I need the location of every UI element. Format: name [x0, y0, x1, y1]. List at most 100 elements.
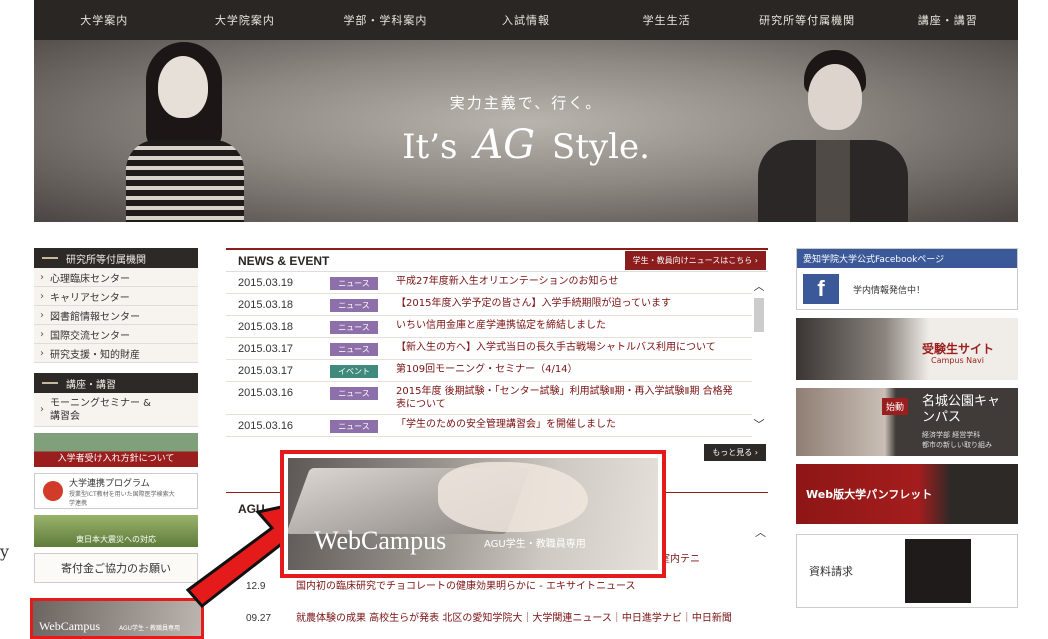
request-banner[interactable]: 資料請求 [796, 534, 1018, 608]
pamphlet-banner[interactable]: Web版大学パンフレット [796, 464, 1018, 524]
hero-man-photo [750, 40, 910, 222]
nav-item-faculties[interactable]: 学部・学科案内 [315, 0, 456, 40]
pamphlet-label: Web版大学パンフレット [806, 488, 933, 501]
callout-title: WebCampus [314, 526, 447, 555]
nav-item-student-life[interactable]: 学生生活 [596, 0, 737, 40]
program-subtitle: 授業型ICT教材を用いた国際医学検索大学連携 [69, 490, 175, 507]
webcampus-title: WebCampus [39, 619, 101, 633]
sidebar-item-morning-seminar[interactable]: › モーニングセミナー & 講習会 [34, 393, 198, 427]
news-row[interactable]: 2015.03.16 ニュース 2015年度 後期試験・「センター試験」利用試験Ⅱ期… [226, 382, 752, 415]
nav-item-institutes[interactable]: 研究所等付属機関 [737, 0, 878, 40]
sidebar-item-career-center[interactable]: › キャリアセンター [34, 287, 198, 306]
webcampus-banner-image: WebCampus AGU学生・教職員専用 [288, 458, 658, 570]
nav-item-university[interactable]: 大学案内 [34, 0, 175, 40]
nav-item-graduate-school[interactable]: 大学院案内 [175, 0, 316, 40]
news-text[interactable]: 第109回モーニング・セミナー（4/14） [396, 363, 752, 376]
chevron-right-icon: › [40, 309, 44, 321]
exam-site-subtitle: Campus Navi [931, 356, 984, 365]
news-row[interactable]: 2015.03.19 ニュース 平成27年度新入生オリエンテーションのお知らせ [226, 272, 752, 294]
meijo-campus-banner[interactable]: 始動 名城公園キャンパス 経済学部 経営学科 都市の新しい取り組み [796, 388, 1018, 456]
scroll-down-icon[interactable]: ﹀ [752, 416, 766, 432]
staff-news-label: 学生・教員向けニュースはこちら [632, 256, 753, 265]
sidebar-item-psych-center[interactable]: › 心理臨床センター [34, 268, 198, 287]
nav-item-admissions[interactable]: 入試情報 [456, 0, 597, 40]
program-title: 大学連携プログラム [69, 478, 150, 489]
scroll-up-icon[interactable]: ︿ [752, 278, 766, 294]
news-text[interactable]: いちい信用金庫と産学連携協定を締結しました [396, 319, 752, 332]
news-scrollbar[interactable]: ︿ ﹀ [752, 278, 766, 431]
sidebar-item-label: 心理臨床センター [50, 273, 130, 285]
facebook-banner[interactable]: 愛知学院大学公式Facebookページ f 学内情報発信中！ [796, 248, 1018, 310]
sidebar-item-library-center[interactable]: › 図書館情報センター [34, 306, 198, 325]
webcampus-sidebar-link[interactable]: WebCampus AGU学生・教職員専用 [30, 598, 204, 639]
more-news-button[interactable]: もっと見る › [704, 444, 766, 461]
news-row[interactable]: 2015.03.18 ニュース いちい信用金庫と産学連携協定を締結しました [226, 316, 752, 338]
news-date: 2015.03.18 [238, 321, 294, 333]
webcampus-zoom-callout[interactable]: WebCampus AGU学生・教職員専用 [280, 450, 666, 578]
webcampus-subtitle: AGU学生・教職員専用 [119, 625, 181, 632]
sidebar-item-international-center[interactable]: › 国際交流センター [34, 325, 198, 344]
exam-site-banner[interactable]: 受験生サイト Campus Navi [796, 318, 1018, 380]
campus-subtitle-2: 都市の新しい取り組み [922, 441, 992, 449]
sidebar-item-label: モーニングセミナー & 講習会 [50, 397, 151, 422]
top-navigation: 大学案内 大学院案内 学部・学科案内 入試情報 学生生活 研究所等付属機関 講座… [34, 0, 1018, 40]
donation-label: 寄付金ご協力のお願い [61, 562, 171, 575]
news-date: 2015.03.17 [238, 343, 294, 355]
sidebar-section-title: 研究所等付属機関 [66, 254, 146, 266]
campus-subtitle-1: 経済学部 経営学科 [922, 431, 981, 439]
chevron-right-icon: › [40, 290, 44, 302]
earthquake-label: 東日本大震災への対応 [76, 535, 156, 544]
sidebar-item-label: 国際交流センター [50, 330, 130, 342]
hero-banner: 実力主義で、行く。 It’s AG Style. [34, 40, 1018, 222]
news-row[interactable]: 2015.03.18 ニュース 【2015年度入学予定の皆さん】入学手続期限が迫って… [226, 294, 752, 316]
news-text[interactable]: 「学生のための安全管理講習会」を開催しました [396, 418, 752, 431]
chevron-right-icon: › [40, 404, 44, 415]
news-title: NEWS & EVENT [238, 253, 330, 268]
brochure-image [905, 539, 971, 603]
agu-scroll-up-icon[interactable]: ︿ [755, 524, 766, 540]
staff-news-link[interactable]: 学生・教員向けニュースはこちら › [624, 251, 766, 270]
sidebar-section-title: 講座・講習 [66, 379, 116, 391]
news-row[interactable]: 2015.03.17 イベント 第109回モーニング・セミナー（4/14） [226, 360, 752, 382]
more-label: もっと見る [712, 448, 753, 457]
news-row[interactable]: 2015.03.16 ニュース 「学生のための安全管理講習会」を開催しました [226, 415, 752, 437]
scroll-thumb[interactable] [754, 298, 764, 332]
news-date: 2015.03.16 [238, 420, 294, 432]
earthquake-banner[interactable]: 東日本大震災への対応 [34, 515, 198, 547]
edge-partial-text: y [0, 542, 10, 561]
news-tag: ニュース [330, 387, 378, 400]
news-text[interactable]: 【新入生の方へ】入学式当日の長久手古戦場シャトルバス利用について [396, 341, 752, 354]
agu-news-text[interactable]: 就農体験の成果 高校生らが発表 北区の愛知学院大｜大学関連ニュース｜中日進学ナビ… [296, 612, 752, 625]
agu-news-text[interactable]: 国内初の臨床研究でチョコレートの健康効果明らかに - エキサイトニュース [296, 580, 752, 593]
program-banner[interactable]: 大学連携プログラム 授業型ICT教材を用いた国際医学検索大学連携 [34, 473, 198, 509]
admission-policy-label: 入学者受け入れ方針について [57, 454, 175, 464]
news-text[interactable]: 平成27年度新入生オリエンテーションのお知らせ [396, 275, 752, 288]
news-tag: ニュース [330, 343, 378, 356]
news-tag: ニュース [330, 277, 378, 290]
chevron-right-icon: › [40, 328, 44, 340]
sidebar-item-research-support[interactable]: › 研究支援・知的財産 [34, 344, 198, 363]
news-row[interactable]: 2015.03.17 ニュース 【新入生の方へ】入学式当日の長久手古戦場シャトルバス… [226, 338, 752, 360]
chevron-right-icon: › [40, 347, 44, 359]
news-event-section: NEWS & EVENT 学生・教員向けニュースはこちら › 2015.03.1… [226, 248, 768, 461]
facebook-icon: f [803, 274, 839, 304]
callout-subtitle: AGU学生・教職員専用 [484, 539, 586, 550]
news-tag: ニュース [330, 321, 378, 334]
news-date: 2015.03.17 [238, 365, 294, 377]
news-text[interactable]: 【2015年度入学予定の皆さん】入学手続期限が迫っています [396, 297, 752, 310]
exam-site-title: 受験生サイト [921, 342, 994, 356]
facebook-title: 愛知学院大学公式Facebookページ [797, 249, 1017, 268]
news-header: NEWS & EVENT 学生・教員向けニュースはこちら › [226, 248, 768, 272]
donation-banner[interactable]: 寄付金ご協力のお願い [34, 553, 198, 583]
news-date: 2015.03.18 [238, 299, 294, 311]
news-date: 2015.03.16 [238, 387, 294, 399]
nav-item-courses[interactable]: 講座・講習 [877, 0, 1018, 40]
sidebar-item-label: キャリアセンター [50, 292, 130, 304]
news-text[interactable]: 2015年度 後期試験・「センター試験」利用試験Ⅱ期・再入学試験Ⅱ期 合格発表に… [396, 385, 752, 411]
ag-logo-icon: AG [474, 122, 536, 168]
event-tag: イベント [330, 365, 378, 378]
sidebar-item-label: 図書館情報センター [50, 311, 140, 323]
admission-policy-banner[interactable]: 入学者受け入れ方針について [34, 433, 198, 467]
campus-tag: 始動 [882, 398, 909, 415]
request-label: 資料請求 [809, 565, 853, 578]
